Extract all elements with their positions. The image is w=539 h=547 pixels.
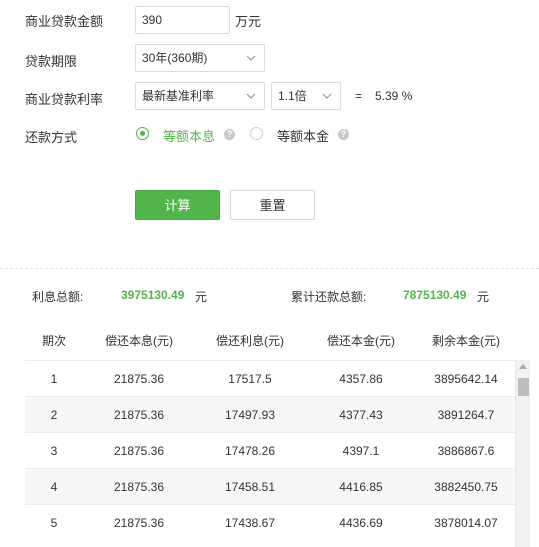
header-principal: 偿还本金(元) [327, 334, 395, 348]
term-select-value: 30年(360期) [142, 51, 208, 65]
loan-amount-unit: 万元 [235, 14, 262, 29]
method-label: 还款方式 [25, 130, 78, 145]
repayment-total-label: 累计还款总额: [291, 290, 367, 304]
rate-multiplier-value: 1.1倍 [278, 89, 307, 103]
table-row: 5 21875.36 17438.67 4436.69 3878014.07 [25, 504, 515, 540]
cell-period: 2 [50, 408, 58, 422]
header-interest: 偿还利息(元) [216, 334, 284, 348]
repayment-total-value: 7875130.49 [403, 288, 467, 302]
rate-type-select[interactable]: 最新基准利率 [135, 82, 265, 110]
calculate-button[interactable]: 计算 [135, 190, 220, 220]
method-radio-equal-principal[interactable] [250, 127, 263, 140]
rate-result: 5.39 % [375, 89, 413, 103]
rate-multiplier-select[interactable]: 1.1倍 [271, 82, 341, 110]
cell-interest: 17497.93 [224, 408, 276, 422]
interest-total-label: 利息总额: [32, 290, 84, 304]
header-payment: 偿还本息(元) [105, 334, 173, 348]
term-select[interactable]: 30年(360期) [135, 44, 265, 72]
rate-equals: = [355, 89, 363, 103]
rate-label: 商业贷款利率 [25, 92, 104, 107]
table-row: 3 21875.36 17478.26 4397.1 3886867.6 [25, 432, 515, 468]
table-row: 1 21875.36 17517.5 4357.86 3895642.14 [25, 360, 515, 396]
cell-payment: 21875.36 [113, 480, 165, 494]
table-row: 2 21875.36 17497.93 4377.43 3891264.7 [25, 396, 515, 432]
cell-principal: 4397.1 [342, 444, 380, 458]
loan-amount-input[interactable]: 390 [135, 6, 230, 34]
schedule-table-header: 期次 偿还本息(元) 偿还利息(元) 偿还本金(元) 剩余本金(元) [25, 324, 515, 358]
term-label: 贷款期限 [25, 54, 78, 69]
cell-payment: 21875.36 [113, 444, 165, 458]
scroll-thumb[interactable] [518, 378, 529, 396]
cell-period: 3 [50, 444, 58, 458]
scroll-up-arrow-icon[interactable] [519, 364, 527, 369]
cell-interest: 17517.5 [228, 372, 272, 386]
interest-total-unit: 元 [195, 290, 208, 304]
cell-remaining: 3886867.6 [437, 444, 495, 458]
method-radio-equal-installment[interactable] [136, 127, 149, 140]
table-row: 4 21875.36 17458.51 4416.85 3882450.75 [25, 468, 515, 504]
cell-payment: 21875.36 [113, 372, 165, 386]
cell-period: 5 [50, 516, 58, 530]
cell-period: 1 [50, 372, 58, 386]
reset-button[interactable]: 重置 [230, 190, 315, 220]
cell-interest: 17458.51 [224, 480, 276, 494]
cell-payment: 21875.36 [113, 516, 165, 530]
cell-payment: 21875.36 [113, 408, 165, 422]
cell-principal: 4436.69 [339, 516, 383, 530]
method-option-equal-installment[interactable]: 等额本息 [163, 126, 215, 145]
cell-remaining: 3895642.14 [434, 372, 498, 386]
cell-remaining: 3891264.7 [437, 408, 495, 422]
cell-principal: 4357.86 [339, 372, 383, 386]
help-icon[interactable]: ? [338, 129, 349, 140]
cell-remaining: 3882450.75 [434, 480, 498, 494]
chevron-down-icon [246, 55, 256, 61]
rate-type-value: 最新基准利率 [142, 89, 215, 103]
cell-interest: 17438.67 [224, 516, 276, 530]
cell-interest: 17478.26 [224, 444, 276, 458]
cell-principal: 4377.43 [339, 408, 383, 422]
cell-remaining: 3878014.07 [434, 516, 498, 530]
help-icon[interactable]: ? [224, 129, 235, 140]
cell-period: 4 [50, 480, 58, 494]
chevron-down-icon [246, 93, 256, 99]
cell-principal: 4416.85 [339, 480, 383, 494]
table-scrollbar[interactable] [515, 360, 530, 547]
method-option-equal-principal[interactable]: 等额本金 [277, 126, 329, 145]
section-divider [0, 268, 539, 269]
schedule-table-body: 1 21875.36 17517.5 4357.86 3895642.14 2 … [25, 360, 515, 540]
loan-amount-label: 商业贷款金额 [25, 14, 104, 29]
header-remaining: 剩余本金(元) [432, 334, 500, 348]
repayment-total-unit: 元 [477, 290, 490, 304]
interest-total-value: 3975130.49 [121, 288, 185, 302]
chevron-down-icon [322, 93, 332, 99]
header-period: 期次 [41, 334, 66, 348]
